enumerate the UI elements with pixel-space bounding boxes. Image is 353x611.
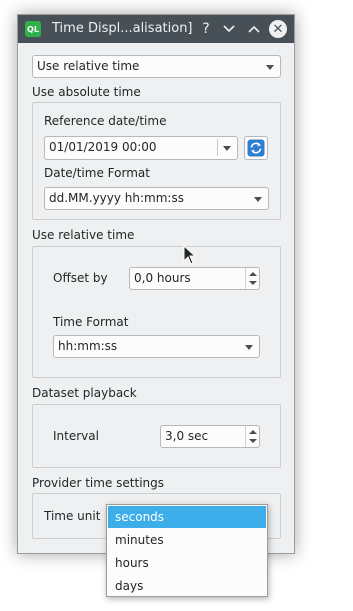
time-unit-label: Time unit: [44, 509, 101, 523]
field-separator: [217, 139, 218, 156]
time-format-select[interactable]: hh:mm:ss: [53, 335, 260, 358]
chevron-down-icon: [254, 197, 262, 202]
time-unit-dropdown-list: seconds minutes hours days: [106, 504, 268, 597]
time-display-dialog: QL Time Displ...alisation] ? ✕ Use relat…: [17, 14, 295, 554]
refresh-icon: [247, 139, 265, 157]
offset-spinbox[interactable]: 0,0 hours: [129, 267, 260, 290]
absolute-time-heading: Use absolute time: [32, 85, 141, 99]
minimize-icon[interactable]: [219, 19, 239, 39]
provider-time-heading: Provider time settings: [32, 476, 164, 490]
reference-datetime-value: 01/01/2019 00:00: [49, 140, 157, 154]
interval-spinbox[interactable]: 3,0 sec: [160, 425, 260, 448]
reference-datetime-field[interactable]: 01/01/2019 00:00: [44, 136, 238, 160]
time-format-value: hh:mm:ss: [58, 339, 118, 353]
chevron-down-icon: [266, 65, 274, 70]
qgis-app-icon: QL: [25, 21, 41, 37]
datetime-format-select[interactable]: dd.MM.yyyy hh:mm:ss: [44, 187, 269, 210]
time-mode-value: Use relative time: [37, 59, 140, 73]
time-unit-option-days[interactable]: days: [108, 575, 266, 597]
dataset-playback-group: Interval 3,0 sec: [32, 404, 281, 468]
time-format-label: Time Format: [53, 315, 129, 329]
maximize-icon[interactable]: [244, 19, 264, 39]
step-down-icon[interactable]: [249, 439, 257, 443]
dataset-playback-heading: Dataset playback: [32, 386, 137, 400]
chevron-down-icon[interactable]: [223, 146, 231, 151]
time-mode-select[interactable]: Use relative time: [32, 55, 281, 78]
datetime-format-label: Date/time Format: [44, 166, 150, 180]
step-up-icon[interactable]: [249, 272, 257, 276]
window-title: Time Displ...alisation]: [52, 21, 193, 36]
close-button[interactable]: ✕: [269, 20, 287, 38]
interval-stepper[interactable]: [245, 426, 259, 447]
datetime-format-value: dd.MM.yyyy hh:mm:ss: [49, 191, 184, 205]
relative-time-group: Offset by 0,0 hours Time Format hh:mm:ss: [32, 246, 281, 378]
step-down-icon[interactable]: [249, 281, 257, 285]
step-up-icon[interactable]: [249, 430, 257, 434]
interval-value: 3,0 sec: [165, 429, 209, 443]
close-icon: ✕: [272, 21, 284, 37]
time-unit-option-seconds[interactable]: seconds: [108, 506, 266, 528]
offset-stepper[interactable]: [245, 268, 259, 289]
reference-datetime-label: Reference date/time: [44, 114, 167, 128]
mouse-cursor-icon: [183, 245, 197, 265]
title-bar[interactable]: QL Time Displ...alisation] ? ✕: [18, 15, 294, 43]
time-unit-option-minutes[interactable]: minutes: [108, 529, 266, 551]
relative-time-heading: Use relative time: [32, 228, 135, 242]
refresh-button[interactable]: [244, 136, 268, 160]
time-unit-option-hours[interactable]: hours: [108, 552, 266, 574]
interval-label: Interval: [53, 429, 99, 443]
help-icon[interactable]: ?: [196, 19, 216, 39]
absolute-time-group: Reference date/time 01/01/2019 00:00 Dat…: [32, 102, 281, 220]
chevron-down-icon: [245, 345, 253, 350]
offset-label: Offset by: [53, 271, 108, 285]
offset-value: 0,0 hours: [134, 271, 191, 285]
